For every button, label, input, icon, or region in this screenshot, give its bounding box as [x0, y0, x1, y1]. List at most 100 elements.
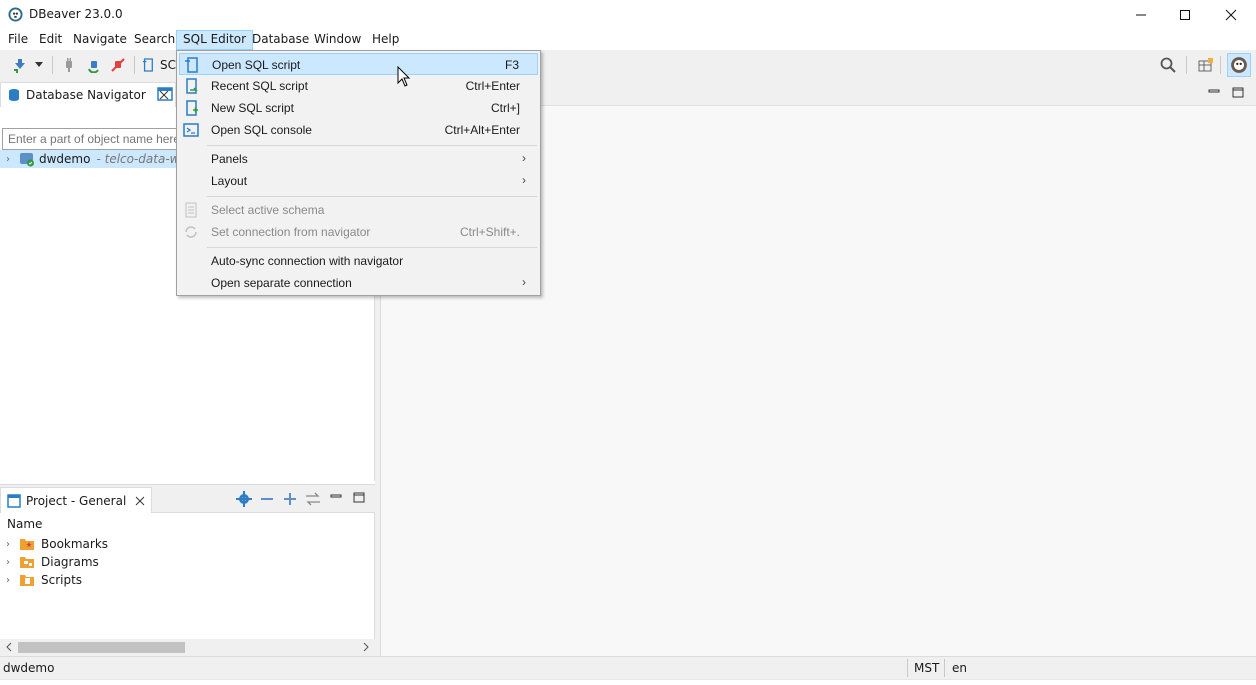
- sql-script-icon: [142, 58, 153, 72]
- menu-item-label: New SQL script: [211, 101, 294, 115]
- menu-item-new-sql-script[interactable]: New SQL script Ctrl+]: [179, 97, 538, 119]
- menu-item-layout[interactable]: Layout ›: [179, 170, 538, 192]
- dbeaver-perspective-button[interactable]: [1227, 53, 1251, 77]
- chevron-right-icon[interactable]: ›: [0, 557, 16, 568]
- link-with-editor-icon[interactable]: [305, 492, 321, 506]
- gear-icon[interactable]: [236, 491, 252, 507]
- menu-item-recent-sql-script[interactable]: Recent SQL script Ctrl+Enter: [179, 75, 538, 97]
- menu-item-select-active-schema[interactable]: Select active schema: [179, 199, 538, 221]
- menu-separator: [207, 145, 537, 146]
- minimize-icon[interactable]: [1208, 86, 1220, 98]
- plug-icon: [66, 58, 72, 72]
- new-connection-dropdown[interactable]: [32, 55, 46, 75]
- menu-item-shortcut: Ctrl+Alt+Enter: [444, 123, 520, 137]
- menu-item-auto-sync-connection[interactable]: Auto-sync connection with navigator: [179, 250, 538, 272]
- menu-separator: [207, 247, 537, 248]
- diagrams-folder-icon: [20, 557, 34, 568]
- submenu-arrow-icon: ›: [522, 151, 526, 165]
- tree-item-label: Diagrams: [41, 555, 99, 569]
- connection-description: - telco-data-wa: [96, 152, 187, 166]
- menu-item-label: Panels: [211, 152, 248, 166]
- tab-database-navigator[interactable]: Database Navigator: [0, 82, 176, 107]
- maximize-icon[interactable]: [1232, 87, 1244, 99]
- console-icon: [183, 123, 199, 137]
- disconnect-icon: [111, 58, 125, 72]
- menu-item-label: Layout: [211, 174, 248, 188]
- chevron-right-icon[interactable]: ›: [0, 575, 16, 586]
- open-perspective-button[interactable]: [1196, 55, 1216, 75]
- menu-search[interactable]: Search: [128, 30, 181, 50]
- project-tab-row: Project - General: [0, 485, 375, 513]
- tree-item-bookmarks[interactable]: › Bookmarks: [0, 535, 375, 553]
- menu-item-open-sql-script[interactable]: Open SQL script F3: [179, 53, 538, 75]
- new-connection-button[interactable]: [10, 55, 30, 75]
- minimize-icon: [1136, 14, 1146, 16]
- horizontal-scrollbar[interactable]: [0, 639, 375, 656]
- maximize-icon[interactable]: [353, 492, 365, 504]
- maximize-icon: [1180, 10, 1190, 20]
- status-bar: dwdemo MST en: [0, 656, 1256, 679]
- tree-item-diagrams[interactable]: › Diagrams: [0, 553, 375, 571]
- menu-file[interactable]: File: [2, 30, 34, 50]
- menu-item-label: Select active schema: [211, 203, 325, 217]
- column-header-name: Name: [7, 517, 43, 531]
- minimize-icon[interactable]: [330, 491, 342, 503]
- scrollbar-thumb[interactable]: [18, 642, 185, 653]
- menu-edit[interactable]: Edit: [33, 30, 68, 50]
- connect-button[interactable]: [59, 55, 79, 75]
- menu-navigate[interactable]: Navigate: [67, 30, 133, 50]
- chevron-right-icon[interactable]: ›: [0, 539, 16, 550]
- search-button[interactable]: [1158, 55, 1178, 75]
- scripts-folder-icon: [20, 575, 34, 586]
- menu-window[interactable]: Window: [308, 30, 367, 50]
- project-panel: Project - General Name › Bookmarks › Dia…: [0, 484, 375, 656]
- scroll-left-icon[interactable]: [4, 642, 14, 652]
- menu-item-shortcut: Ctrl+Shift+.: [459, 225, 520, 239]
- status-timezone: MST: [914, 661, 940, 675]
- expand-all-icon[interactable]: [283, 492, 297, 506]
- menu-item-panels[interactable]: Panels ›: [179, 148, 538, 170]
- perspective-icon: [1198, 58, 1213, 72]
- disconnect-button[interactable]: [108, 55, 128, 75]
- menu-item-open-separate-connection[interactable]: Open separate connection ›: [179, 272, 538, 294]
- tab-project-general[interactable]: Project - General: [0, 487, 153, 513]
- menu-item-shortcut: F3: [504, 58, 519, 72]
- bookmarks-folder-icon: [20, 539, 34, 550]
- tree-item-label: Scripts: [41, 573, 83, 587]
- title-bar: DBeaver 23.0.0: [0, 0, 1256, 30]
- toolbar-separator: [134, 56, 135, 74]
- menu-item-shortcut: Ctrl+]: [490, 101, 520, 115]
- toolbar-separator: [52, 56, 53, 74]
- menu-item-label: Open SQL script: [212, 58, 301, 72]
- connection-name: dwdemo: [39, 152, 91, 166]
- new-connection-icon: [14, 59, 25, 73]
- minimize-button[interactable]: [1118, 0, 1164, 30]
- menu-database[interactable]: Database: [246, 30, 315, 50]
- close-icon[interactable]: [135, 496, 145, 506]
- tree-item-scripts[interactable]: › Scripts: [0, 571, 375, 589]
- navigator-tab-label: Database Navigator: [26, 88, 146, 102]
- chevron-right-icon[interactable]: ›: [0, 154, 16, 165]
- window-title: DBeaver 23.0.0: [29, 7, 123, 21]
- menu-item-open-sql-console[interactable]: Open SQL console Ctrl+Alt+Enter: [179, 119, 538, 141]
- sql-editor-button[interactable]: SC: [142, 55, 176, 75]
- scroll-right-icon[interactable]: [361, 642, 371, 652]
- menu-bar: File Edit Navigate Search SQL Editor Dat…: [0, 30, 1256, 50]
- status-divider: [944, 659, 945, 677]
- project-tab-label: Project - General: [26, 493, 127, 508]
- close-window-button[interactable]: [1208, 0, 1254, 30]
- toolbar-separator: [1220, 56, 1221, 74]
- projects-tab[interactable]: [157, 86, 173, 105]
- invalidate-reconnect-button[interactable]: [84, 55, 104, 75]
- menu-sql-editor[interactable]: SQL Editor: [176, 30, 254, 50]
- project-icon: [7, 493, 21, 508]
- maximize-button[interactable]: [1162, 0, 1208, 30]
- menu-item-shortcut: Ctrl+Enter: [465, 79, 520, 93]
- status-connection: dwdemo: [3, 661, 55, 675]
- collapse-all-icon[interactable]: [260, 492, 274, 506]
- reconnect-icon: [88, 61, 99, 73]
- sync-icon: [185, 226, 197, 238]
- menu-help[interactable]: Help: [366, 30, 405, 50]
- menu-item-set-connection-from-navigator[interactable]: Set connection from navigator Ctrl+Shift…: [179, 221, 538, 243]
- schema-icon: [185, 202, 197, 218]
